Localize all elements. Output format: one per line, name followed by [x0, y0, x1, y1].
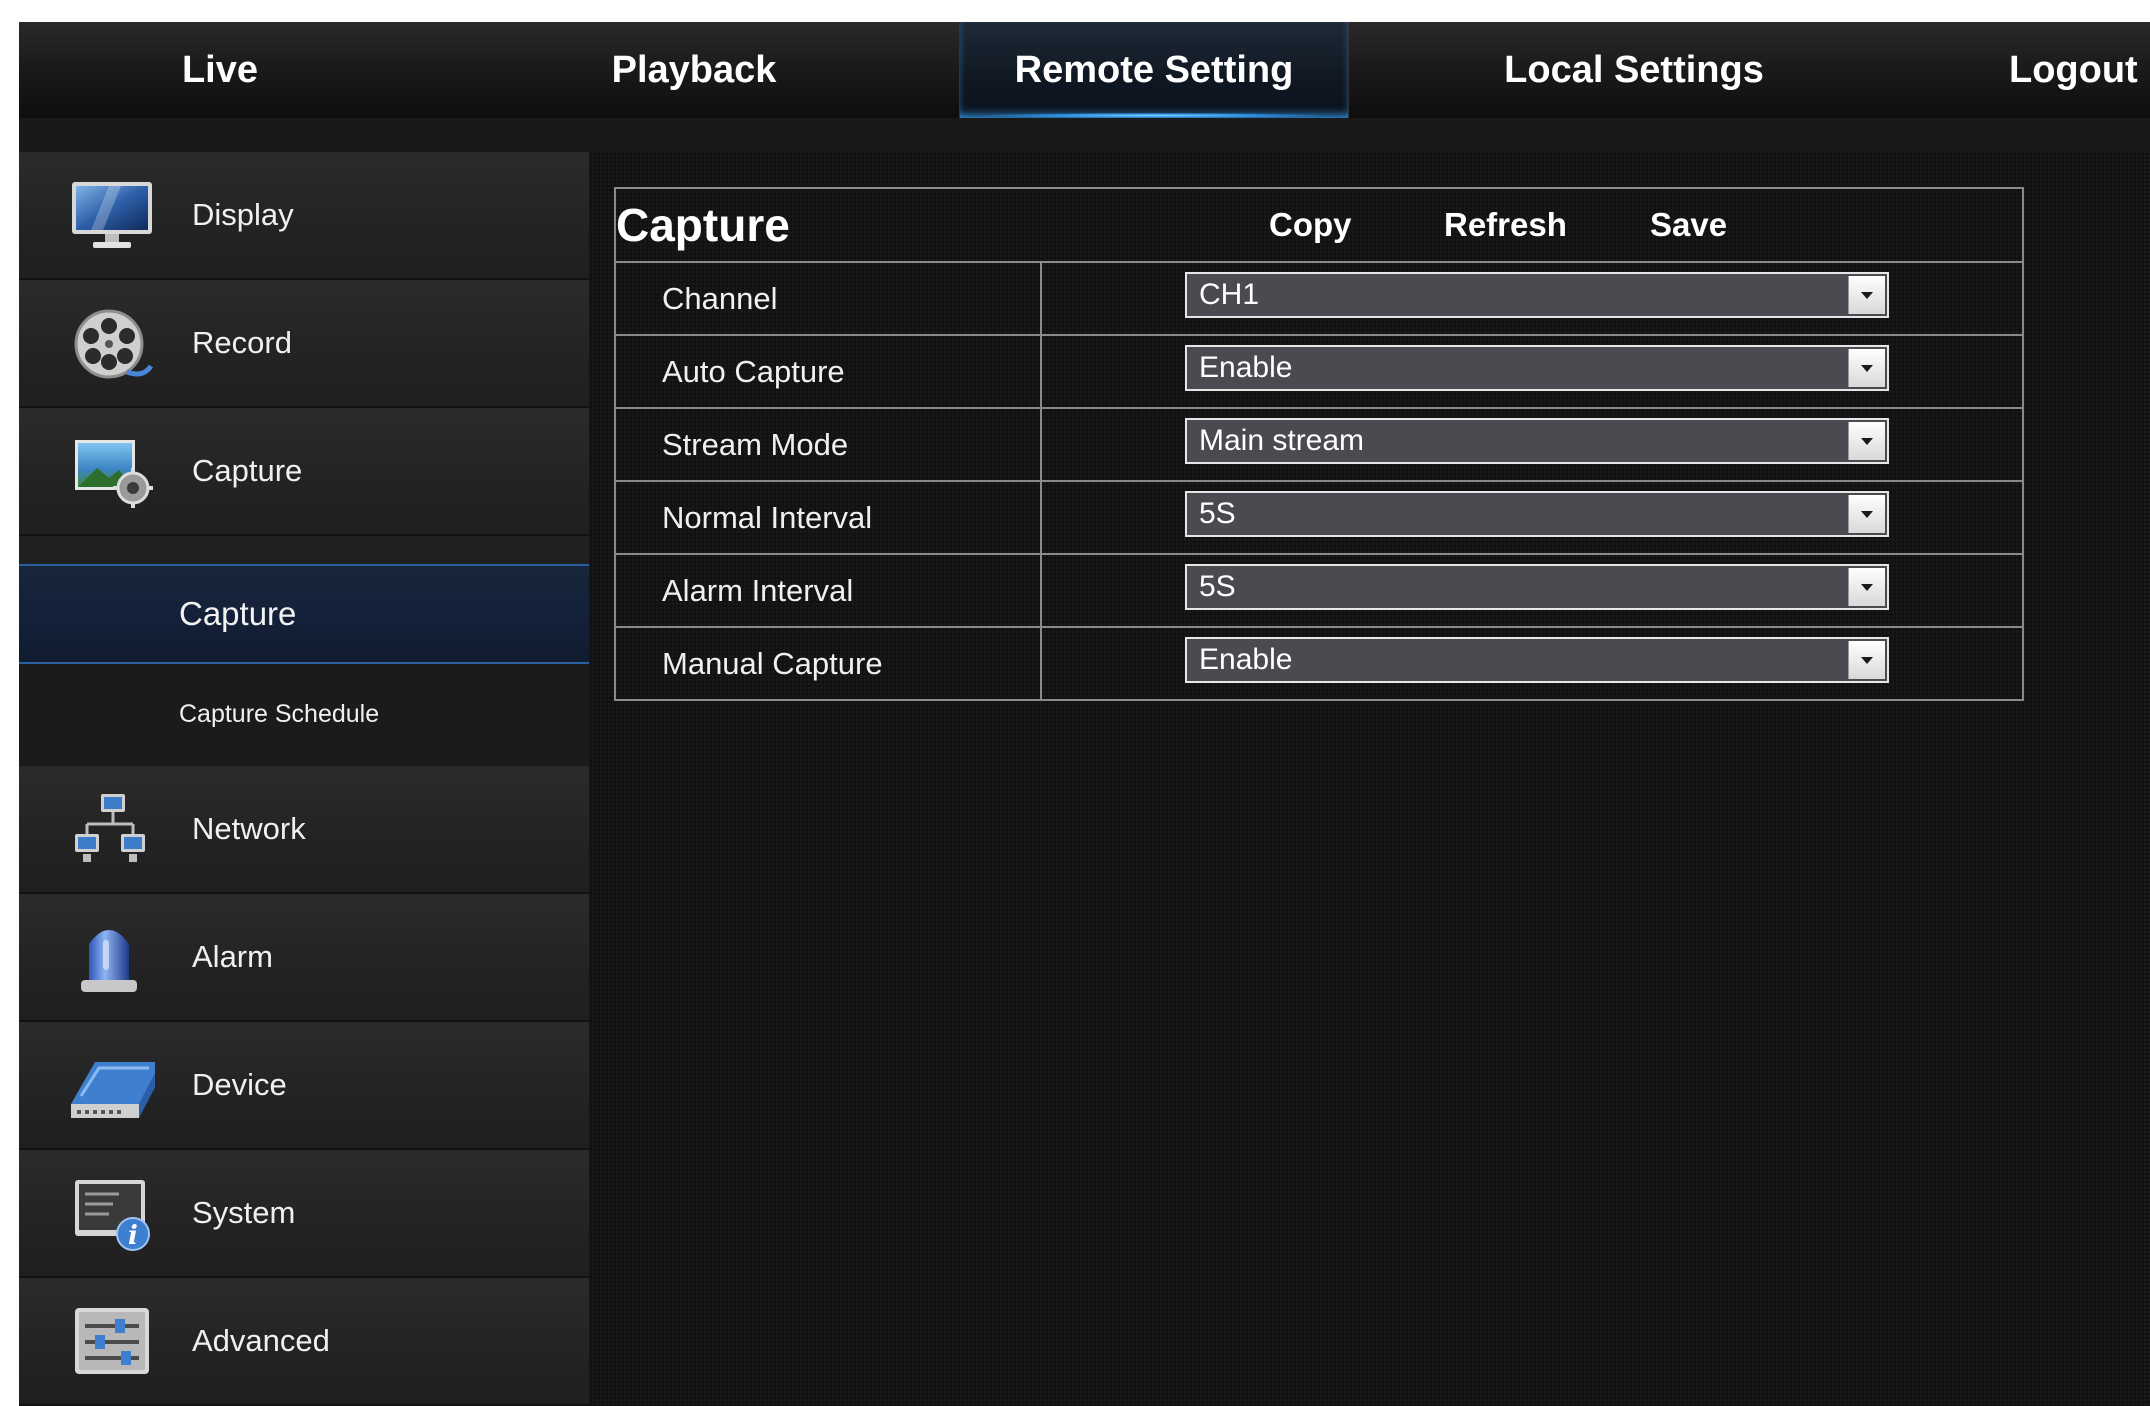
sidebar-item-network[interactable]: Network — [19, 766, 589, 894]
tab-remote-setting[interactable]: Remote Setting — [959, 22, 1349, 118]
sidebar-item-label: Alarm — [192, 939, 273, 974]
row-divider — [1040, 628, 1042, 701]
row-divider — [1040, 263, 1042, 334]
monitor-icon — [72, 182, 152, 248]
sidebar-subitem-capture[interactable]: Capture — [19, 564, 589, 664]
row-divider — [1040, 482, 1042, 553]
settings-row-channel: Channel CH1 — [616, 263, 2022, 336]
svg-text:i: i — [128, 1221, 138, 1251]
select-value: Enable — [1199, 643, 1293, 676]
row-label: Stream Mode — [662, 427, 849, 462]
alarm-interval-select[interactable]: 5S — [1185, 564, 1889, 610]
sidebar-item-label: Capture — [192, 453, 303, 488]
row-label: Auto Capture — [662, 354, 845, 389]
sidebar-subitem-capture-schedule[interactable]: Capture Schedule — [19, 664, 589, 766]
settings-row-manual-capture: Manual Capture Enable — [616, 628, 2022, 701]
select-value: Main stream — [1199, 424, 1365, 457]
sidebar-item-device[interactable]: Device — [19, 1022, 589, 1150]
tab-live[interactable]: Live — [79, 22, 361, 118]
normal-interval-select[interactable]: 5S — [1185, 491, 1889, 537]
sidebar: Display Record Capture Capture Capture S… — [19, 152, 589, 1406]
tab-playback[interactable]: Playback — [519, 22, 869, 118]
refresh-button[interactable]: Refresh — [1444, 189, 1567, 261]
panel-title: Capture — [616, 199, 790, 251]
sidebar-item-record[interactable]: Record — [19, 280, 589, 408]
auto-capture-select[interactable]: Enable — [1185, 345, 1889, 391]
settings-row-stream-mode: Stream Mode Main stream — [616, 409, 2022, 482]
sidebar-item-label: Record — [192, 325, 292, 360]
select-value: 5S — [1199, 497, 1236, 530]
nav-divider-bar — [19, 118, 2150, 152]
film-reel-icon — [74, 309, 154, 379]
select-value: 5S — [1199, 570, 1236, 603]
sliders-icon — [75, 1308, 149, 1374]
sidebar-subitem-label: Capture Schedule — [179, 700, 380, 728]
top-navigation: Live Playback Remote Setting Local Setti… — [19, 22, 2150, 118]
tab-logout[interactable]: Logout — [2009, 22, 2150, 118]
stream-mode-select[interactable]: Main stream — [1185, 418, 1889, 464]
chevron-down-icon[interactable] — [1848, 276, 1885, 314]
sidebar-item-label: Network — [192, 811, 306, 846]
settings-row-alarm-interval: Alarm Interval 5S — [616, 555, 2022, 628]
row-divider — [1040, 555, 1042, 626]
sidebar-item-alarm[interactable]: Alarm — [19, 894, 589, 1022]
capture-settings-panel: Capture Copy Refresh Save Channel CH1 Au… — [614, 187, 2024, 701]
row-label: Channel — [662, 281, 778, 316]
row-divider — [1040, 336, 1042, 407]
hard-drive-icon — [71, 1062, 155, 1118]
sidebar-subitem-label: Capture — [179, 595, 297, 632]
sidebar-item-label: System — [192, 1195, 296, 1230]
sidebar-item-display[interactable]: Display — [19, 152, 589, 280]
system-info-icon: i — [75, 1180, 150, 1251]
channel-select[interactable]: CH1 — [1185, 272, 1889, 318]
sidebar-item-capture[interactable]: Capture — [19, 408, 589, 536]
manual-capture-select[interactable]: Enable — [1185, 637, 1889, 683]
camera-capture-icon — [75, 440, 153, 508]
sidebar-item-advanced[interactable]: Advanced — [19, 1278, 589, 1406]
network-icon — [75, 794, 145, 862]
app-window: Live Playback Remote Setting Local Setti… — [19, 22, 2150, 1406]
panel-header: Capture Copy Refresh Save — [616, 189, 2022, 263]
settings-row-auto-capture: Auto Capture Enable — [616, 336, 2022, 409]
copy-button[interactable]: Copy — [1269, 189, 1352, 261]
select-value: CH1 — [1199, 278, 1260, 311]
sidebar-item-label: Advanced — [192, 1323, 330, 1358]
save-button[interactable]: Save — [1650, 189, 1727, 261]
sidebar-item-system[interactable]: i System — [19, 1150, 589, 1278]
chevron-down-icon[interactable] — [1848, 422, 1885, 460]
tab-local-settings[interactable]: Local Settings — [1449, 22, 1819, 118]
sidebar-item-label: Device — [192, 1067, 287, 1102]
settings-row-normal-interval: Normal Interval 5S — [616, 482, 2022, 555]
row-label: Manual Capture — [662, 646, 883, 681]
select-value: Enable — [1199, 351, 1293, 384]
chevron-down-icon[interactable] — [1848, 495, 1885, 533]
alarm-light-icon — [81, 930, 137, 992]
row-label: Normal Interval — [662, 500, 873, 535]
chevron-down-icon[interactable] — [1848, 349, 1885, 387]
chevron-down-icon[interactable] — [1848, 641, 1885, 679]
row-label: Alarm Interval — [662, 573, 854, 608]
chevron-down-icon[interactable] — [1848, 568, 1885, 606]
row-divider — [1040, 409, 1042, 480]
sidebar-item-label: Display — [192, 197, 294, 232]
